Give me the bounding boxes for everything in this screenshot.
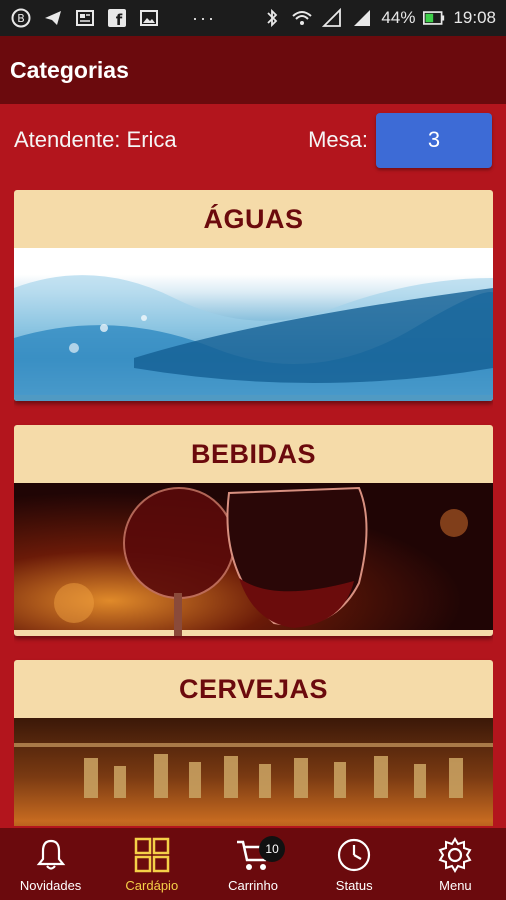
category-card-cervejas[interactable]: CERVEJAS [14,660,493,826]
grid-icon [134,837,170,872]
nav-carrinho[interactable]: 10 Carrinho [202,828,303,900]
bottom-navigation: Novidades Cardápio 10 Carrinho Status Me… [0,828,506,900]
bluetooth-icon [261,7,283,29]
b-app-icon: B [10,7,32,29]
category-title: CERVEJAS [178,673,329,704]
battery-percent: 44% [381,8,416,27]
category-card-aguas[interactable]: ÁGUAS [14,190,493,401]
category-list[interactable]: ÁGUAS BEBIDAS CERVEJAS [14,190,493,826]
app-header: Categorias [0,36,506,104]
nav-status[interactable]: Status [304,828,405,900]
water-wave-image [14,248,493,401]
table-label: Mesa: [308,127,368,152]
status-bar: B f ··· 44% 19:08 [0,0,506,36]
gallery-icon [138,7,160,29]
attendant-row: Atendente: Erica Mesa: 3 [0,104,506,176]
svg-text:B: B [17,12,25,25]
facebook-icon: f [106,7,128,29]
nav-label: Carrinho [228,877,278,893]
bell-icon [36,839,65,870]
signal-icon [321,7,343,29]
wifi-icon [291,7,313,29]
wine-glasses-image [14,483,493,636]
nav-novidades[interactable]: Novidades [0,828,101,900]
nav-menu[interactable]: Menu [405,828,506,900]
nav-label: Novidades [19,877,82,893]
gear-icon [438,836,472,873]
beer-bottles-image [14,718,493,826]
signal-2-icon [351,7,373,29]
more-notifications-icon: ··· [192,7,216,28]
table-number-button[interactable]: 3 [376,112,492,168]
category-title: ÁGUAS [203,203,304,234]
clock-icon [338,838,371,871]
attendant-label: Atendente: Erica [14,127,177,152]
clock-time: 19:08 [453,8,496,27]
battery-icon [423,7,445,29]
telegram-icon [42,7,64,29]
nav-cardapio[interactable]: Cardápio [101,828,202,900]
category-card-bebidas[interactable]: BEBIDAS [14,425,493,636]
svg-text:f: f [116,11,123,28]
nav-label: Status [335,877,373,893]
news-icon [74,7,96,29]
nav-label: Cardápio [125,877,179,893]
cart-count-badge: 10 [259,836,286,862]
page-title: Categorias [10,56,129,83]
category-title: BEBIDAS [190,438,316,469]
nav-label: Menu [439,877,472,893]
